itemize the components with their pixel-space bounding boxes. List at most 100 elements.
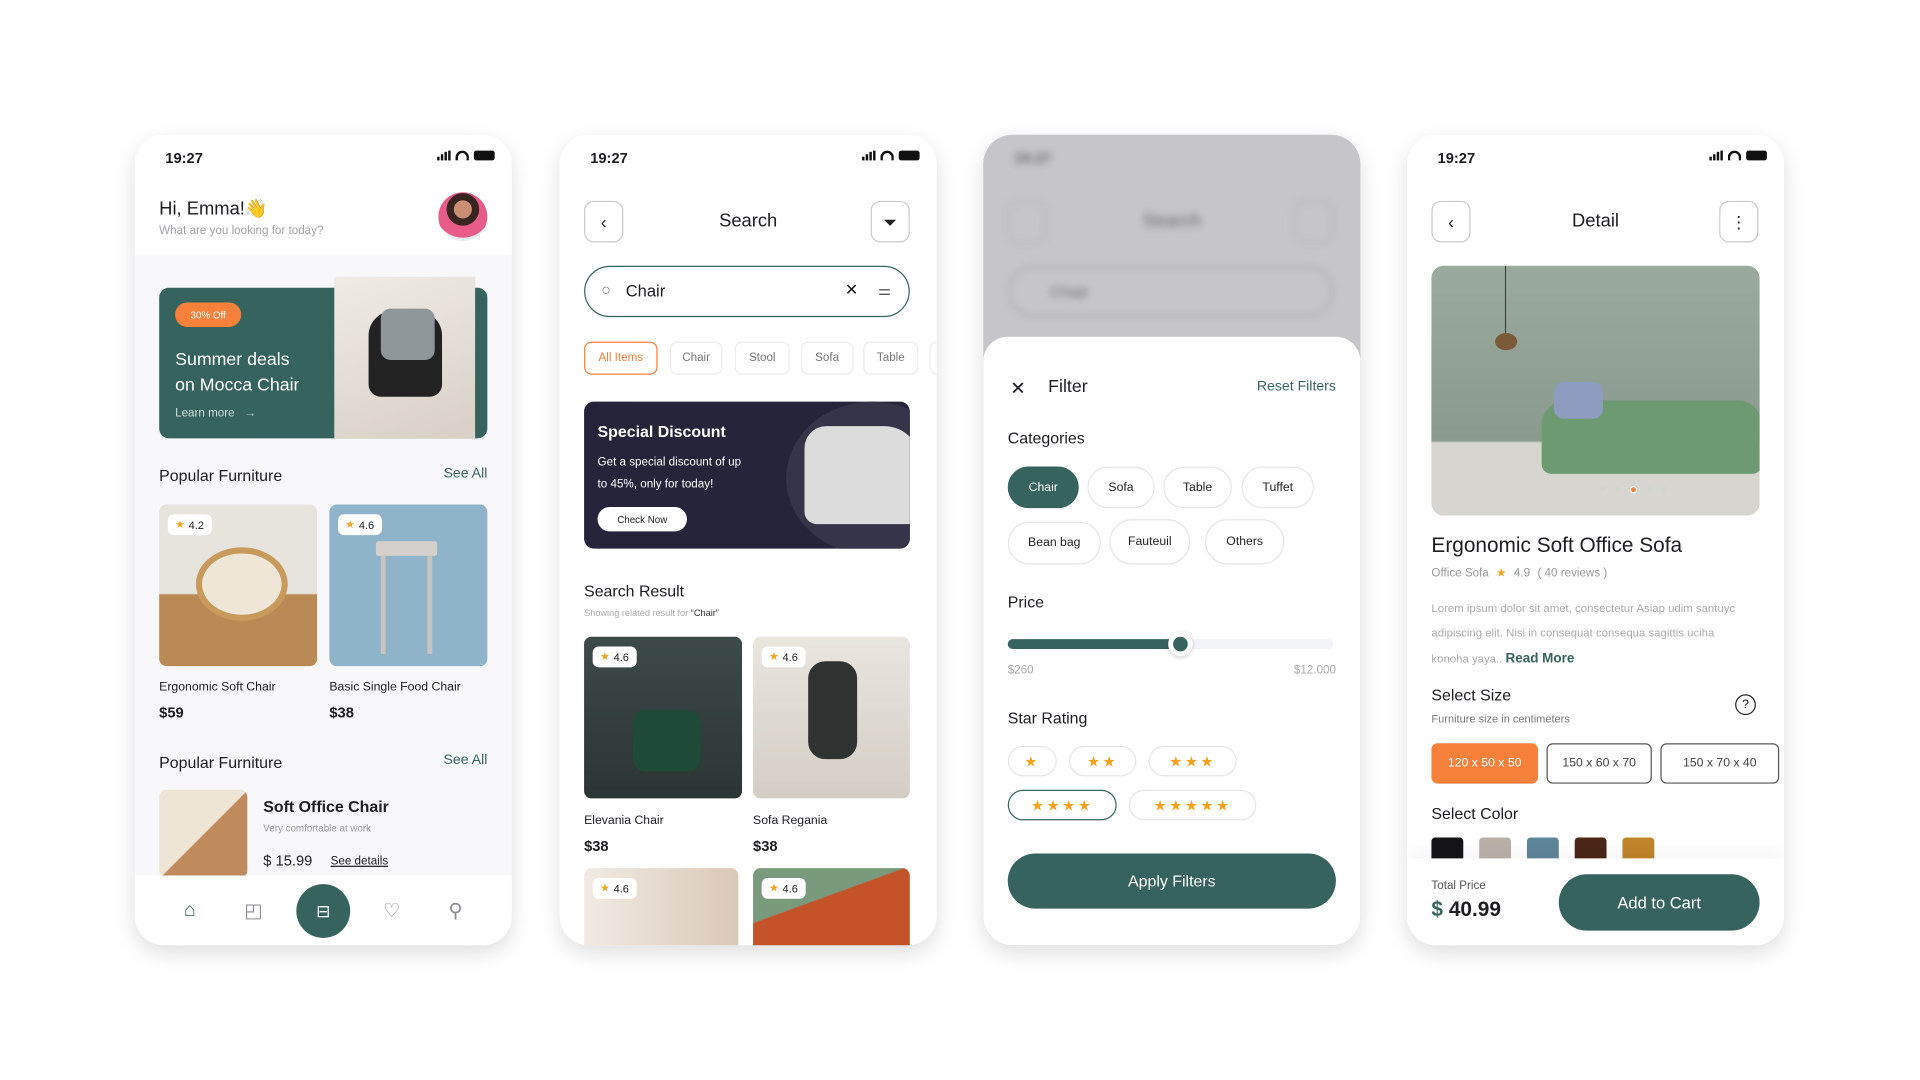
result-name[interactable]: Sofa Regania <box>753 814 827 827</box>
category-others[interactable]: Others <box>1204 519 1285 565</box>
carousel-dots[interactable] <box>1600 486 1667 494</box>
category-table[interactable]: Table <box>1163 466 1232 509</box>
star-rating-1[interactable]: ★ <box>1007 745 1057 777</box>
result-name[interactable]: Elevania Chair <box>584 814 664 827</box>
mocca-chair-image <box>334 276 476 439</box>
search-result-title: Search Result <box>584 581 685 601</box>
avatar[interactable] <box>438 192 488 242</box>
see-all-link[interactable]: See All <box>443 753 487 768</box>
result-query: “Chair” <box>690 607 719 619</box>
discount-badge: 30% Off <box>175 302 242 327</box>
wifi-icon <box>880 150 894 161</box>
result-image[interactable]: ★ 4.6 <box>584 868 739 946</box>
wifi-icon <box>455 150 469 161</box>
product-image[interactable]: ★ 4.6 <box>329 504 488 667</box>
color-swatch[interactable] <box>1479 837 1512 860</box>
banner-text: Get a special discount of up to 45%, only… <box>598 452 742 496</box>
currency-symbol: $ <box>1431 897 1444 921</box>
star-rating-4[interactable]: ★★★★ <box>1007 789 1117 821</box>
chip-more[interactable] <box>929 341 937 375</box>
result-price: $38 <box>584 837 609 855</box>
home-icon[interactable]: ⌂ <box>178 899 202 923</box>
greeting-subtitle: What are you looking for today? <box>159 224 324 238</box>
chip-chair[interactable]: Chair <box>669 341 723 375</box>
filter-button[interactable]: ⏷ <box>870 200 910 243</box>
result-image[interactable]: ★ 4.6 <box>753 636 910 799</box>
result-image[interactable]: ★ 4.6 <box>584 636 743 799</box>
total-price-label: Total Price <box>1431 879 1486 893</box>
product-image[interactable]: ★ 4.2 <box>159 504 318 667</box>
category-sofa[interactable]: Sofa <box>1087 466 1155 509</box>
price-slider-thumb[interactable] <box>1168 631 1193 657</box>
product-name[interactable]: Basic Single Food Chair <box>329 681 460 694</box>
scan-icon[interactable]: ⊟ <box>296 884 351 938</box>
star-icon: ★ <box>345 517 356 531</box>
see-details-link[interactable]: See details <box>331 855 389 868</box>
category-fauteuil[interactable]: Fauteuil <box>1109 519 1191 565</box>
select-size-subtitle: Furniture size in centimeters <box>1431 712 1570 725</box>
product-hero-image[interactable] <box>1431 265 1760 516</box>
banner-text-line1: Get a special discount of up <box>597 455 742 469</box>
color-swatch[interactable] <box>1622 837 1655 860</box>
color-swatch[interactable] <box>1526 837 1559 860</box>
size-option[interactable]: 150 x 70 x 40 <box>1660 743 1780 784</box>
chip-all-items[interactable]: All Items <box>584 341 658 375</box>
category-chair[interactable]: Chair <box>1007 466 1079 509</box>
read-more-link[interactable]: Read More <box>1505 651 1574 666</box>
product-category: Office Sofa <box>1431 566 1489 581</box>
list-item-image[interactable] <box>159 789 248 878</box>
apply-filters-button[interactable]: Apply Filters <box>1007 853 1336 909</box>
star-rating-2[interactable]: ★★ <box>1068 745 1137 777</box>
result-image[interactable]: ★ 4.6 <box>753 868 910 946</box>
chip-table[interactable]: Table <box>863 341 919 375</box>
rating-badge: ★ 4.6 <box>761 646 806 668</box>
category-bean-bag[interactable]: Bean bag <box>1007 521 1101 565</box>
search-icon: ○ <box>601 280 611 299</box>
help-icon[interactable]: ? <box>1735 694 1756 716</box>
more-options-button[interactable]: ⋮ <box>1719 200 1759 243</box>
color-swatch[interactable] <box>1574 837 1607 860</box>
price-max: $12.000 <box>1293 663 1336 678</box>
filter-title: Filter <box>1048 377 1088 397</box>
signal-icon <box>437 150 451 161</box>
list-item-title[interactable]: Soft Office Chair <box>263 797 389 815</box>
add-to-cart-button[interactable]: Add to Cart <box>1558 874 1760 931</box>
select-color-title: Select Color <box>1431 804 1519 823</box>
product-name[interactable]: Ergonomic Soft Chair <box>159 681 275 694</box>
promo-title-line1: Summer deals <box>175 350 290 370</box>
total-value: 40.99 <box>1448 897 1501 921</box>
see-all-link[interactable]: See All <box>443 467 487 482</box>
price-slider[interactable] <box>1007 631 1334 657</box>
check-now-button[interactable]: Check Now <box>597 506 687 532</box>
signal-icon <box>1709 150 1723 161</box>
learn-more-link[interactable]: Learn more → <box>175 407 256 420</box>
chip-stool[interactable]: Stool <box>734 341 790 375</box>
reset-filters-link[interactable]: Reset Filters <box>1257 380 1336 395</box>
heart-icon[interactable]: ♡ <box>380 899 404 923</box>
color-swatch[interactable] <box>1431 837 1464 860</box>
sliders-icon[interactable]: ⚌ <box>878 282 891 299</box>
star-icon: ★ <box>600 650 610 663</box>
result-price: $38 <box>753 837 778 855</box>
banner-text-line2: to 45%, only for today! <box>597 477 714 492</box>
search-input[interactable]: ○ Chair ✕ ⚌ <box>584 265 910 318</box>
close-icon[interactable]: ✕ <box>1010 377 1025 399</box>
bag-icon[interactable]: ◰ <box>241 899 265 923</box>
star-rating-5[interactable]: ★★★★★ <box>1128 789 1257 821</box>
promo-title-line2: on Mocca Chair <box>175 375 300 396</box>
rating-value: 4.2 <box>188 518 204 531</box>
more-vertical-icon: ⋮ <box>1730 211 1748 231</box>
search-query: Chair <box>625 281 666 301</box>
battery-icon <box>1746 150 1767 161</box>
size-option-selected[interactable]: 120 x 50 x 50 <box>1431 743 1538 784</box>
star-rating-3[interactable]: ★★★ <box>1148 745 1237 777</box>
star-icon: ★ <box>175 517 185 531</box>
profile-icon[interactable]: ⚲ <box>443 899 467 923</box>
chip-sofa[interactable]: Sofa <box>800 341 854 375</box>
status-icons <box>1709 150 1767 161</box>
clear-icon[interactable]: ✕ <box>845 280 858 300</box>
category-tuffet[interactable]: Tuffet <box>1241 466 1314 509</box>
battery-icon <box>898 150 920 161</box>
product-description: Lorem ipsum dolor sit amet, consectetur … <box>1431 596 1749 671</box>
size-option[interactable]: 150 x 60 x 70 <box>1546 743 1652 784</box>
